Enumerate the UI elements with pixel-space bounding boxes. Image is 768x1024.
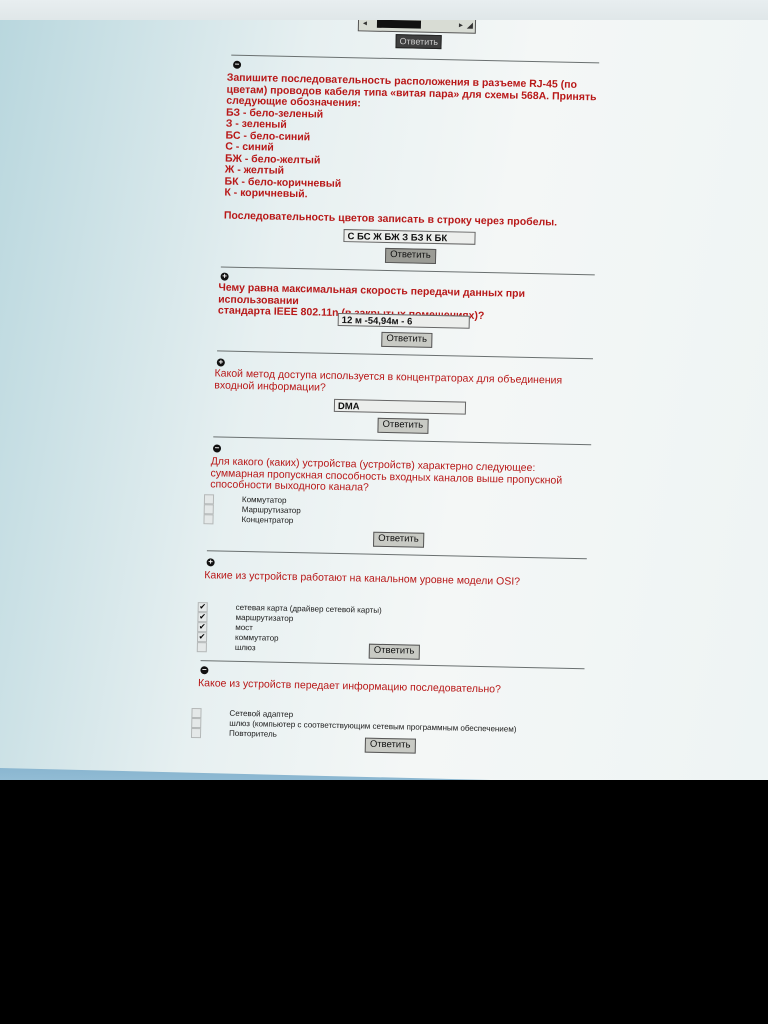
scroll-right-icon[interactable]: ▸ xyxy=(459,20,463,33)
divider xyxy=(231,54,600,64)
divider xyxy=(213,436,592,446)
option-checkbox[interactable]: ✔ xyxy=(196,632,208,643)
q6-submit-button[interactable]: Ответить xyxy=(364,737,416,754)
option-checkbox[interactable] xyxy=(203,494,215,505)
option-checkbox[interactable]: ✔ xyxy=(197,612,208,623)
previous-submit-button[interactable]: Ответить xyxy=(395,34,443,50)
q4-collapse-icon[interactable]: − xyxy=(212,443,222,453)
divider xyxy=(220,266,595,276)
previous-answer-field[interactable]: ◂ ▸ ◢ xyxy=(357,20,477,34)
option-checkbox[interactable] xyxy=(196,642,207,653)
scroll-left-icon[interactable]: ◂ xyxy=(363,20,367,30)
question-line: Какие из устройств работают на канальном… xyxy=(204,569,521,588)
q3-answer-input[interactable]: DMA xyxy=(333,398,467,415)
resize-grip-icon[interactable]: ◢ xyxy=(467,20,473,33)
option-checkbox[interactable]: ✔ xyxy=(197,622,208,633)
divider xyxy=(206,550,587,560)
option-checkbox[interactable] xyxy=(191,717,202,729)
q3-question-text: Какой метод доступа используется в конце… xyxy=(214,367,598,399)
option-checkbox[interactable] xyxy=(191,707,202,719)
question-line: Какое из устройств передает информацию п… xyxy=(197,677,501,696)
option-label: Концентратор xyxy=(241,514,294,526)
q1-submit-button[interactable]: Ответить xyxy=(384,247,436,264)
q1-question-text: Запишите последовательность расположения… xyxy=(224,72,607,230)
q5-question-text: Какие из устройств работают на канальном… xyxy=(204,569,590,590)
q2-expand-icon[interactable]: + xyxy=(220,272,229,281)
quiz-content: ◂ ▸ ◢ Ответить − Запишите последовательн… xyxy=(184,20,610,780)
redacted-text xyxy=(376,20,422,29)
q1-answer-input[interactable]: С БС Ж БЖ З БЗ К БК xyxy=(343,229,476,245)
q2-submit-button[interactable]: Ответить xyxy=(381,331,433,348)
q5-submit-button[interactable]: Ответить xyxy=(368,643,420,660)
option-label: мост xyxy=(235,622,254,633)
option-checkbox[interactable] xyxy=(203,514,214,525)
option-checkbox[interactable] xyxy=(190,727,202,739)
browser-viewport: ◂ ▸ ◢ Ответить − Запишите последовательн… xyxy=(0,20,768,780)
q3-submit-button[interactable]: Ответить xyxy=(377,417,429,434)
q3-expand-icon[interactable]: + xyxy=(216,357,225,367)
option-label: Повторитель xyxy=(228,728,277,739)
divider xyxy=(200,660,585,670)
q6-question-text: Какое из устройств передает информацию п… xyxy=(197,677,588,698)
option-checkbox[interactable]: ✔ xyxy=(197,602,208,613)
option-checkbox[interactable] xyxy=(203,504,214,515)
q1-collapse-icon[interactable]: − xyxy=(232,60,242,69)
monitor-bezel-bottom xyxy=(0,790,768,1024)
q4-submit-button[interactable]: Ответить xyxy=(373,531,424,548)
q6-collapse-icon[interactable]: − xyxy=(200,665,209,675)
option-label: шлюз xyxy=(234,642,256,653)
q2-answer-input[interactable]: 12 м -54,94м - 6 xyxy=(337,312,470,329)
q5-expand-icon[interactable]: + xyxy=(206,557,215,567)
divider xyxy=(217,350,594,360)
q4-question-text: Для какого (каких) устройства (устройств… xyxy=(210,455,597,499)
